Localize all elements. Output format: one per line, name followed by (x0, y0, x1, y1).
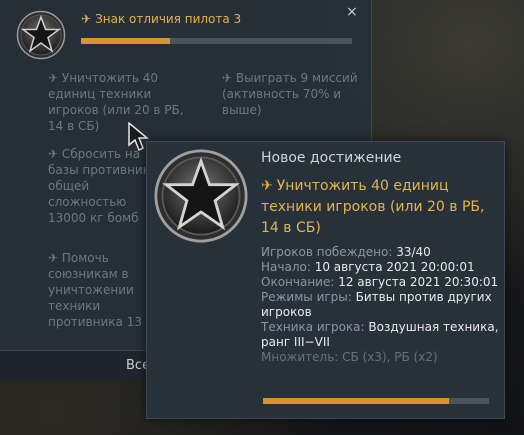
tooltip-heading: Новое достижение (261, 150, 402, 166)
progress-fill (81, 38, 171, 44)
tooltip-progress-bar (263, 398, 489, 404)
detail-row-players-defeated: Игроков побеждено: 33/40 (261, 245, 431, 259)
tooltip-title: ✈ Уничтожить 40 единиц техники игроков (и… (261, 178, 485, 236)
wrench-icon: ✈ (261, 178, 273, 194)
detail-row-end: Окончание: 12 августа 2021 20:30:01 (261, 275, 499, 289)
achievement-title: ✈ Знак отличия пилота 3 (81, 12, 242, 26)
achievement-progress-bar (81, 38, 352, 44)
wrench-icon: ✈ (48, 147, 62, 161)
detail-row-start: Начало: 10 августа 2021 20:00:01 (261, 260, 475, 274)
detail-row-multiplier: Множитель: СБ (x3), РБ (x2) (261, 350, 438, 364)
detail-row-game-modes: Режимы игры: Битвы против других игроков (261, 290, 492, 319)
wrench-icon: ✈ (48, 251, 62, 265)
task-item: ✈ Уничтожить 40 единиц техники игроков (… (48, 71, 184, 133)
close-button[interactable]: × (346, 4, 358, 20)
star-medal-icon (16, 10, 66, 60)
wrench-icon: ✈ (48, 71, 62, 85)
tooltip-details: Игроков побеждено: 33/40 Начало: 10 авгу… (261, 245, 501, 365)
achievement-tooltip: Новое достижение ✈ Уничтожить 40 единиц т… (146, 141, 505, 419)
star-medal-icon (154, 149, 248, 243)
progress-fill (263, 398, 450, 404)
wrench-icon: ✈ (81, 12, 92, 26)
detail-row-vehicle: Техника игрока: Воздушная техника, ранг … (261, 320, 499, 349)
wrench-icon: ✈ (222, 71, 236, 85)
task-item: ✈ Выиграть 9 миссий (активность 70% и вы… (222, 71, 358, 117)
